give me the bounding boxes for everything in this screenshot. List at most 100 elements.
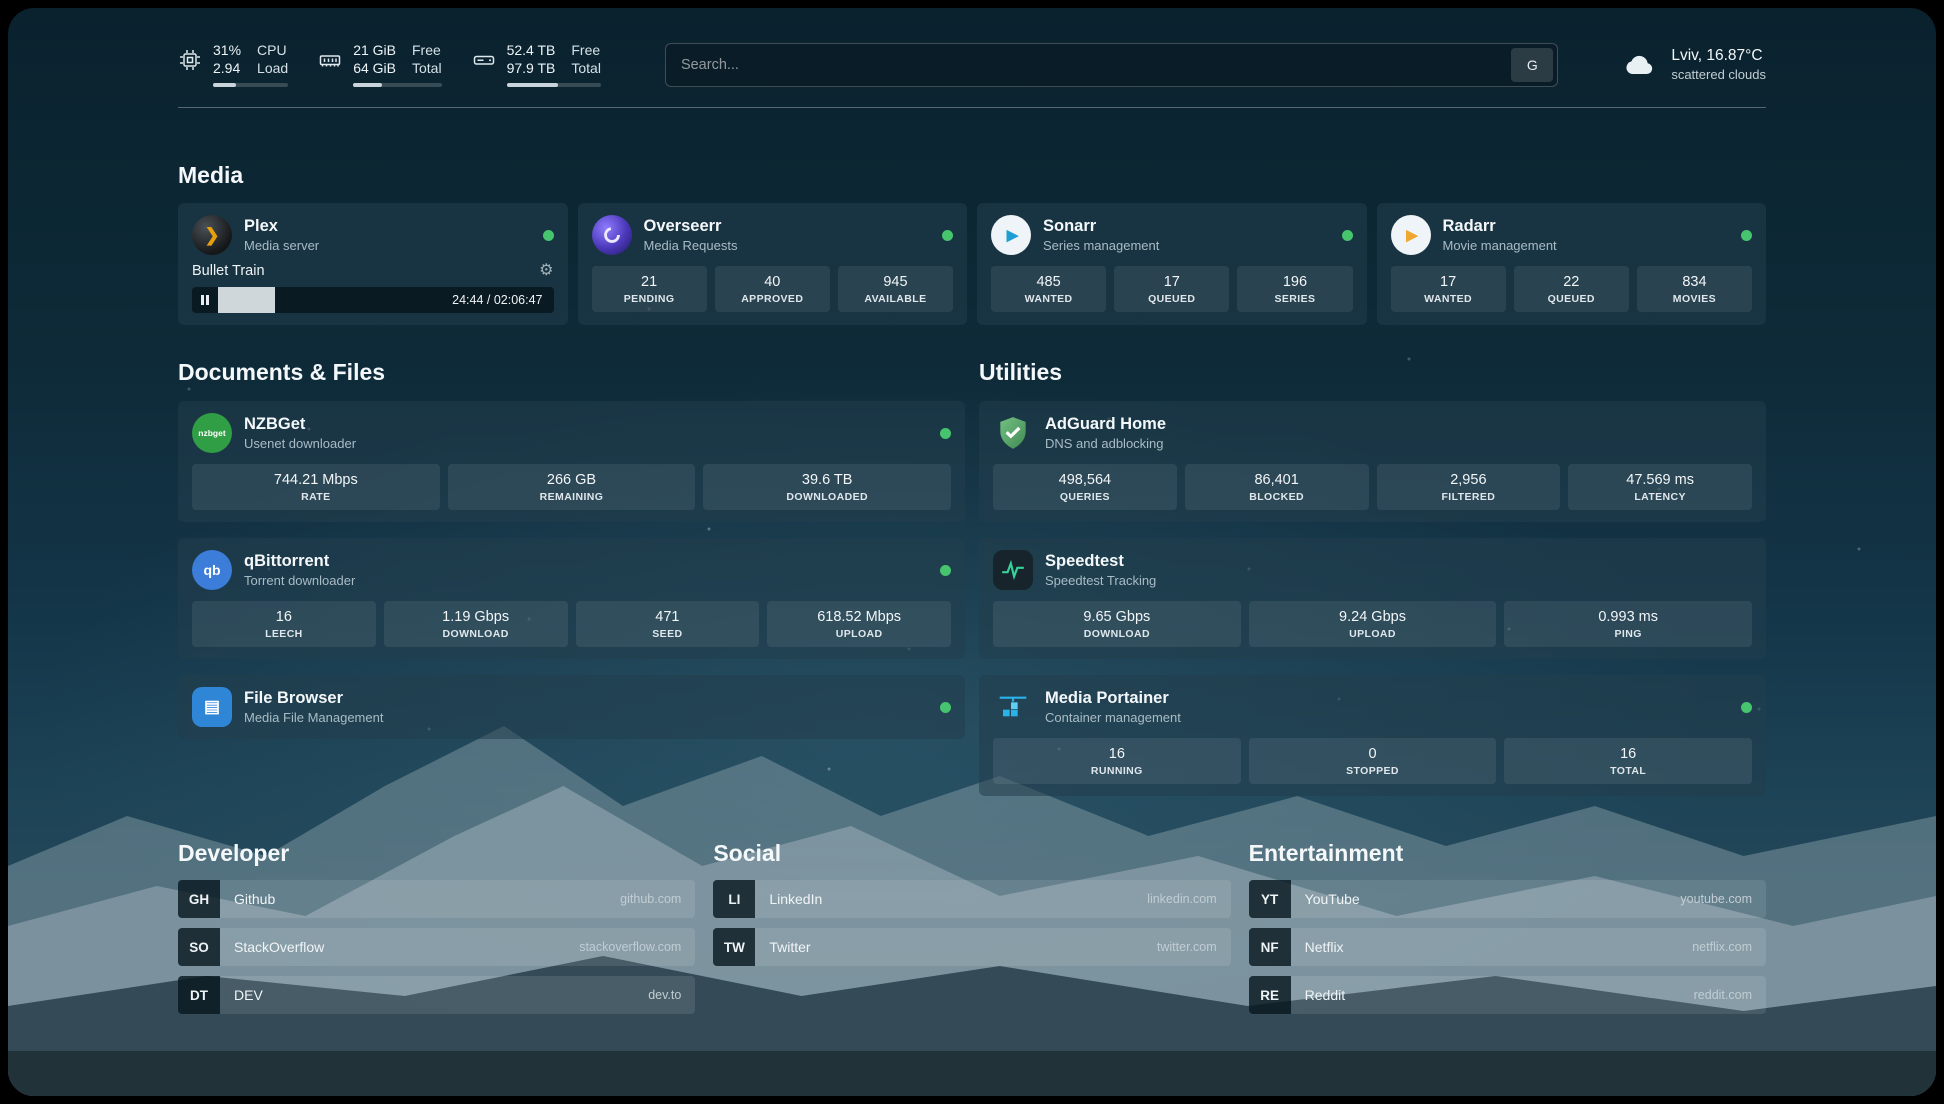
cpu-progress-fill [213, 83, 236, 87]
stat-label: DOWNLOAD [997, 628, 1237, 640]
search-engine-button[interactable]: G [1511, 48, 1553, 82]
app-subtitle: Media Requests [644, 238, 738, 253]
app-card-portainer[interactable]: Media Portainer Container management 16R… [979, 675, 1766, 796]
overseerr-icon [592, 215, 632, 255]
stat-label: LEECH [196, 628, 372, 640]
app-card-filebrowser[interactable]: ▤ File Browser Media File Management [178, 675, 965, 739]
stat-label: UPLOAD [1253, 628, 1493, 640]
stat-filtered: 2,956 FILTERED [1377, 464, 1561, 510]
section-title-social: Social [713, 840, 1230, 867]
bookmark-label: Reddit [1305, 987, 1345, 1003]
section-title-utilities: Utilities [979, 359, 1766, 386]
stackoverflow-icon: SO [178, 928, 220, 966]
gear-icon[interactable]: ⚙ [539, 263, 553, 279]
stat-value: 0 [1253, 746, 1493, 762]
stat-label: QUEUED [1118, 293, 1225, 305]
bookmark-netflix[interactable]: NF Netflixnetflix.com [1249, 928, 1766, 966]
bookmark-reddit[interactable]: RE Redditreddit.com [1249, 976, 1766, 1014]
weather-widget: Lviv, 16.87°C scattered clouds [1622, 47, 1766, 83]
bookmark-stackoverflow[interactable]: SO StackOverflow stackoverflow.com [178, 928, 695, 966]
app-card-radarr[interactable]: ▶ Radarr Movie management 17WANTED 22QUE… [1377, 203, 1767, 325]
stat-label: FILTERED [1381, 491, 1557, 503]
stat-rate: 744.21 MbpsRATE [192, 464, 440, 510]
weather-condition: scattered clouds [1671, 67, 1766, 82]
stat-label: STOPPED [1253, 765, 1493, 777]
bookmark-url: stackoverflow.com [579, 940, 681, 954]
playback-progress-bar[interactable]: 24:44 / 02:06:47 [192, 287, 554, 313]
bookmark-dev[interactable]: DT DEVdev.to [178, 976, 695, 1014]
stat-label: DOWNLOAD [388, 628, 564, 640]
status-dot [940, 428, 951, 439]
stat-label: BLOCKED [1189, 491, 1365, 503]
app-card-speedtest[interactable]: Speedtest Speedtest Tracking 9.65 GbpsDO… [979, 538, 1766, 659]
stat-value: 471 [580, 609, 756, 625]
bookmark-youtube[interactable]: YT YouTubeyoutube.com [1249, 880, 1766, 918]
status-dot [1741, 230, 1752, 241]
stat-downloaded: 39.6 TBDOWNLOADED [703, 464, 951, 510]
stat-label: PENDING [596, 293, 703, 305]
app-subtitle: Speedtest Tracking [1045, 573, 1156, 588]
stat-label: UPLOAD [771, 628, 947, 640]
bookmark-github[interactable]: GH Githubgithub.com [178, 880, 695, 918]
cpu-label-bottom: Load [257, 60, 288, 76]
stat-label: TOTAL [1508, 765, 1748, 777]
app-card-nzbget[interactable]: nzbget NZBGet Usenet downloader 744.21 M… [178, 401, 965, 522]
bookmark-label: DEV [234, 987, 263, 1003]
stat-remaining: 266 GBREMAINING [448, 464, 696, 510]
reddit-icon: RE [1249, 976, 1291, 1014]
stat-value: 2,956 [1381, 472, 1557, 488]
search-input[interactable] [681, 57, 1511, 73]
app-card-sonarr[interactable]: ▶ Sonarr Series management 485WANTED 17Q… [977, 203, 1367, 325]
app-subtitle: Torrent downloader [244, 573, 355, 588]
stat-seed: 471SEED [576, 601, 760, 647]
stat-label: SERIES [1241, 293, 1348, 305]
app-card-qbittorrent[interactable]: qb qBittorrent Torrent downloader 16LEEC… [178, 538, 965, 659]
stat-leech: 16LEECH [192, 601, 376, 647]
disk-total: 97.9 TB [507, 60, 556, 76]
stat-value: 498,564 [997, 472, 1173, 488]
stat-available: 945AVAILABLE [838, 266, 953, 312]
stat-label: LATENCY [1572, 491, 1748, 503]
bookmark-label: StackOverflow [234, 939, 324, 955]
stat-value: 39.6 TB [707, 472, 947, 488]
status-dot [1741, 702, 1752, 713]
stat-label: RUNNING [997, 765, 1237, 777]
bookmark-url: dev.to [648, 988, 681, 1002]
ram-widget: 21 GiB Free 64 GiB Total [318, 42, 441, 87]
app-card-adguard[interactable]: AdGuard Home DNS and adblocking 498,564Q… [979, 401, 1766, 522]
speedtest-icon [993, 550, 1033, 590]
stat-value: 47.569 ms [1572, 472, 1748, 488]
ram-free: 21 GiB [353, 42, 396, 58]
stat-approved: 40APPROVED [715, 266, 830, 312]
status-dot [940, 565, 951, 576]
app-name: Speedtest [1045, 552, 1156, 571]
bookmark-url: youtube.com [1680, 892, 1752, 906]
stat-value: 945 [842, 274, 949, 290]
column-utilities: Utilities AdGu [979, 359, 1766, 796]
bookmark-label: Twitter [769, 939, 810, 955]
pause-icon[interactable] [201, 295, 209, 305]
disk-icon [472, 48, 496, 72]
app-card-plex[interactable]: ❯ Plex Media server Bullet Train ⚙ [178, 203, 568, 325]
stat-queued: 17 QUEUED [1114, 266, 1229, 312]
app-name: Plex [244, 217, 319, 236]
app-name: Overseerr [644, 217, 738, 236]
status-dot [543, 230, 554, 241]
playback-fill [218, 287, 275, 313]
bookmark-url: github.com [620, 892, 681, 906]
app-subtitle: Media server [244, 238, 319, 253]
bookmark-twitter[interactable]: TW Twittertwitter.com [713, 928, 1230, 966]
now-playing-title: Bullet Train [192, 263, 265, 279]
stat-label: MOVIES [1641, 293, 1748, 305]
ram-progress-fill [353, 83, 382, 87]
stat-value: 17 [1118, 274, 1225, 290]
app-subtitle: DNS and adblocking [1045, 436, 1166, 451]
bookmark-linkedin[interactable]: LI LinkedInlinkedin.com [713, 880, 1230, 918]
youtube-icon: YT [1249, 880, 1291, 918]
header-divider [178, 107, 1766, 108]
stat-movies: 834MOVIES [1637, 266, 1752, 312]
app-card-overseerr[interactable]: Overseerr Media Requests 21PENDING 40APP… [578, 203, 968, 325]
stat-wanted: 17WANTED [1391, 266, 1506, 312]
stat-total: 16TOTAL [1504, 738, 1752, 784]
status-dot [1342, 230, 1353, 241]
